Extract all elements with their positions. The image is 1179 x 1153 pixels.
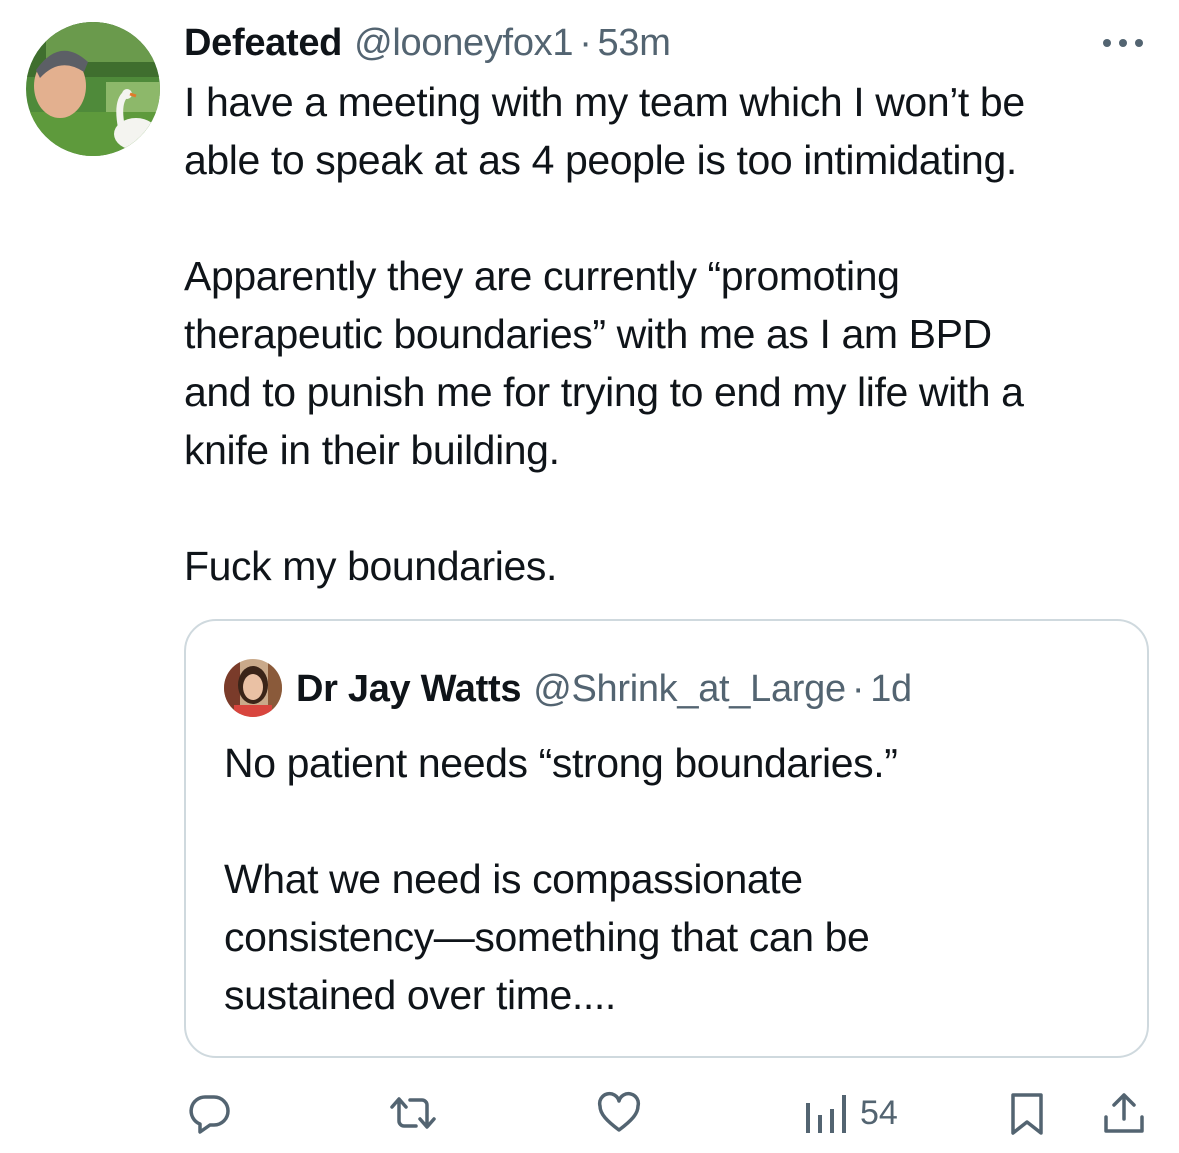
tweet-paragraph: Apparently they are currently “promoting… [184, 253, 1024, 473]
views-chart-icon [806, 1095, 846, 1133]
tweet: Defeated @looneyfox1 · 53m I have a meet… [0, 0, 1179, 1153]
tweet-timestamp[interactable]: 53m [598, 18, 671, 68]
bookmark-button[interactable] [1006, 1088, 1048, 1138]
quoted-tweet-paragraph: What we need is compassionate consistenc… [224, 856, 870, 1018]
quoted-tweet-timestamp[interactable]: 1d [870, 665, 912, 713]
quoted-author-avatar[interactable] [224, 659, 282, 717]
quoted-tweet-text: No patient needs “strong boundaries.” Wh… [224, 734, 1124, 1024]
author-handle[interactable]: @looneyfox1 [354, 18, 573, 68]
quoted-tweet-card[interactable]: Dr Jay Watts @Shrink_at_Large · 1d No pa… [184, 619, 1149, 1058]
more-horizontal-icon [1103, 39, 1143, 47]
quoted-author-display-name[interactable]: Dr Jay Watts [296, 665, 521, 713]
share-icon [1104, 1093, 1144, 1133]
tweet-header: Defeated @looneyfox1 · 53m [184, 18, 671, 68]
quoted-header-separator: · [851, 668, 865, 710]
quoted-tweet-paragraph: No patient needs “strong boundaries.” [224, 740, 898, 786]
views-count: 54 [860, 1094, 898, 1132]
quoted-author-handle[interactable]: @Shrink_at_Large [533, 665, 846, 713]
header-separator: · [579, 22, 592, 64]
reply-button[interactable] [186, 1088, 234, 1138]
quoted-tweet-header: Dr Jay Watts @Shrink_at_Large · 1d [296, 665, 912, 713]
author-avatar[interactable] [26, 22, 160, 156]
retweet-icon [390, 1097, 436, 1129]
bookmark-icon [1011, 1093, 1043, 1135]
tweet-paragraph: I have a meeting with my team which I wo… [184, 79, 1025, 183]
author-display-name[interactable]: Defeated [184, 18, 342, 68]
reply-icon [189, 1095, 230, 1134]
heart-icon [597, 1091, 641, 1132]
like-button[interactable] [595, 1088, 643, 1138]
tweet-text: I have a meeting with my team which I wo… [184, 73, 1154, 595]
share-button[interactable] [1100, 1088, 1148, 1138]
views-button[interactable]: 54 [802, 1088, 898, 1138]
more-options-button[interactable] [1098, 28, 1148, 58]
tweet-paragraph: Fuck my boundaries. [184, 543, 557, 589]
retweet-button[interactable] [386, 1088, 440, 1138]
